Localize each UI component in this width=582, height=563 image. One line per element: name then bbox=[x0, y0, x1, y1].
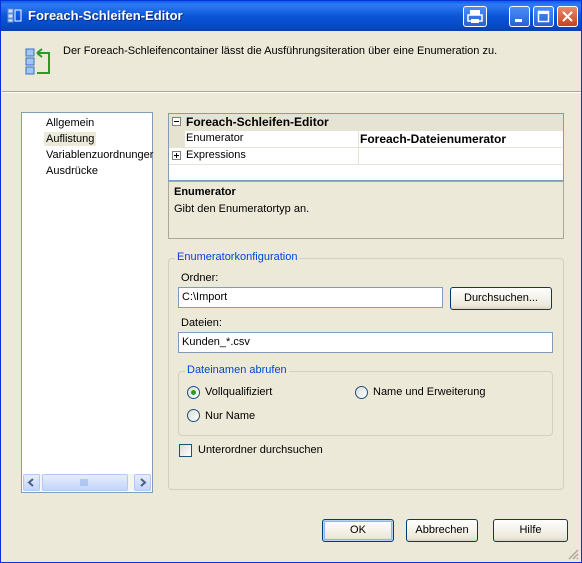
help-button[interactable]: Hilfe bbox=[493, 519, 568, 542]
ok-button[interactable]: OK bbox=[322, 519, 394, 542]
radio-fully-qualified[interactable] bbox=[187, 386, 200, 399]
minimize-icon bbox=[515, 19, 522, 22]
nav-item-ausdruecke[interactable]: Ausdrücke bbox=[44, 164, 100, 178]
page-nav-list[interactable]: Allgemein Auflistung Variablenzuordnunge… bbox=[21, 112, 153, 493]
dialog-header: Der Foreach-Schleifencontainer lässt die… bbox=[2, 31, 581, 89]
property-name: Expressions bbox=[186, 149, 246, 161]
nav-item-allgemein[interactable]: Allgemein bbox=[44, 116, 96, 130]
property-name: Enumerator bbox=[186, 132, 244, 144]
help-title-button[interactable] bbox=[463, 6, 487, 27]
property-grid[interactable]: Foreach-Schleifen-Editor Enumerator Fore… bbox=[168, 113, 564, 181]
browse-button[interactable]: Durchsuchen... bbox=[450, 287, 552, 310]
description-text: Gibt den Enumeratortyp an. bbox=[174, 203, 310, 215]
close-icon bbox=[562, 11, 573, 22]
minimize-button[interactable] bbox=[509, 6, 530, 27]
property-row-enumerator[interactable]: Enumerator Foreach-Dateienumerator bbox=[169, 131, 563, 148]
expand-icon[interactable] bbox=[172, 151, 181, 160]
collapse-icon[interactable] bbox=[172, 117, 181, 126]
retrieve-filenames-legend: Dateinamen abrufen bbox=[185, 364, 289, 376]
subfolders-checkbox[interactable] bbox=[179, 444, 192, 457]
resize-grip-icon[interactable] bbox=[567, 548, 579, 560]
radio-name-and-extension[interactable] bbox=[355, 386, 368, 399]
scroll-left-button[interactable] bbox=[23, 474, 40, 491]
radio-name-only[interactable] bbox=[187, 409, 200, 422]
property-value[interactable]: Foreach-Dateienumerator bbox=[360, 132, 506, 146]
property-category-label: Foreach-Schleifen-Editor bbox=[186, 115, 329, 129]
foreach-loop-icon bbox=[25, 48, 50, 75]
nav-item-variablenzuordnungen[interactable]: Variablenzuordnunger bbox=[44, 148, 155, 162]
property-description-box: Enumerator Gibt den Enumeratortyp an. bbox=[168, 181, 564, 239]
subfolders-label[interactable]: Unterordner durchsuchen bbox=[198, 444, 323, 456]
window-title: Foreach-Schleifen-Editor bbox=[28, 8, 183, 23]
radio-name-only-label[interactable]: Nur Name bbox=[205, 410, 255, 422]
close-button[interactable] bbox=[557, 6, 578, 27]
enumerator-config-legend: Enumeratorkonfiguration bbox=[175, 251, 300, 263]
scroll-thumb[interactable] bbox=[42, 474, 128, 491]
scroll-right-button[interactable] bbox=[134, 474, 151, 491]
arrow-left-icon bbox=[27, 478, 34, 487]
dialog-window: Foreach-Schleifen-Editor Der Foreach-Sch… bbox=[0, 0, 582, 563]
files-input[interactable]: Kunden_*.csv bbox=[178, 332, 553, 353]
header-description: Der Foreach-Schleifencontainer lässt die… bbox=[63, 45, 498, 57]
nav-horizontal-scrollbar[interactable] bbox=[23, 474, 151, 491]
maximize-icon bbox=[537, 10, 550, 23]
radio-name-and-extension-label[interactable]: Name und Erweiterung bbox=[373, 386, 486, 398]
folder-input[interactable]: C:\Import bbox=[178, 287, 443, 308]
property-category-row[interactable]: Foreach-Schleifen-Editor bbox=[169, 114, 563, 131]
description-title: Enumerator bbox=[174, 186, 236, 198]
nav-item-auflistung[interactable]: Auflistung bbox=[44, 132, 97, 146]
header-separator bbox=[2, 91, 581, 93]
title-bar[interactable]: Foreach-Schleifen-Editor bbox=[1, 1, 581, 31]
files-label: Dateien: bbox=[181, 317, 222, 329]
folder-label: Ordner: bbox=[181, 272, 219, 284]
radio-fully-qualified-label[interactable]: Vollqualifiziert bbox=[205, 386, 272, 398]
grip-icon bbox=[80, 479, 88, 486]
foreach-container-icon bbox=[7, 8, 22, 23]
arrow-right-icon bbox=[140, 478, 147, 487]
maximize-button[interactable] bbox=[533, 6, 554, 27]
printer-icon bbox=[467, 10, 483, 23]
retrieve-filenames-group: Dateinamen abrufen bbox=[178, 364, 553, 436]
cancel-button[interactable]: Abbrechen bbox=[406, 519, 478, 542]
property-row-expressions[interactable]: Expressions bbox=[169, 148, 563, 165]
